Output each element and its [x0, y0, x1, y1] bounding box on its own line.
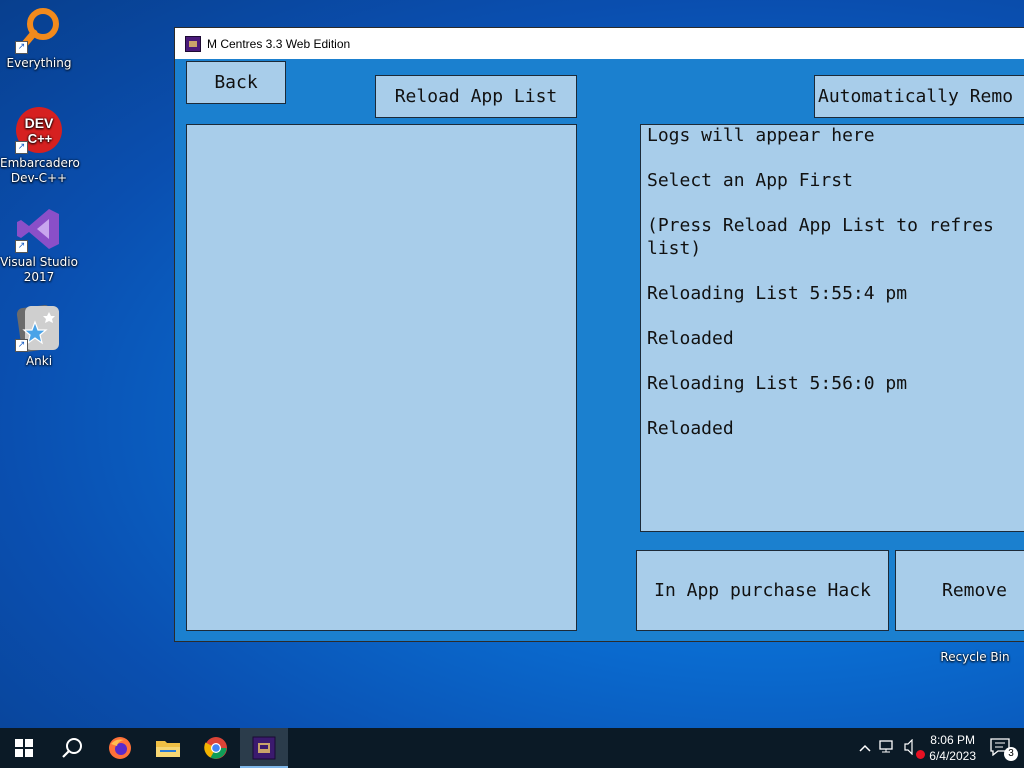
folder-icon — [156, 741, 180, 757]
desktop-icon-everything[interactable]: ↗ Everything — [0, 6, 78, 71]
taskbar-firefox[interactable] — [96, 728, 144, 768]
taskbar-m-centres[interactable] — [240, 728, 288, 768]
volume-muted-icon[interactable] — [903, 738, 926, 759]
svg-text:DEV: DEV — [25, 115, 54, 131]
visual-studio-icon: ↗ — [15, 205, 63, 253]
shortcut-arrow-icon: ↗ — [15, 141, 28, 154]
svg-text:C++: C++ — [28, 131, 53, 146]
m-centres-icon — [252, 736, 276, 760]
remove-button[interactable]: Remove — [895, 550, 1024, 631]
window-titlebar[interactable]: M Centres 3.3 Web Edition — [175, 28, 1024, 59]
start-button[interactable] — [0, 728, 48, 768]
desktop-icon-label: Everything — [6, 56, 72, 70]
everything-icon: ↗ — [15, 6, 63, 54]
taskbar-file-explorer[interactable] — [144, 728, 192, 768]
shortcut-arrow-icon: ↗ — [15, 240, 28, 253]
devcpp-icon: DEV C++ ↗ — [15, 106, 63, 154]
search-icon — [62, 738, 82, 758]
shortcut-arrow-icon: ↗ — [15, 41, 28, 54]
window-title: M Centres 3.3 Web Edition — [207, 36, 351, 51]
clock-time: 8:06 PM — [930, 733, 975, 747]
anki-icon: ↗ — [15, 304, 63, 352]
system-tray: 8:06 PM 6/4/2023 3 — [859, 728, 1024, 768]
notifications-button[interactable]: 3 — [990, 737, 1018, 761]
desktop-icon-devcpp[interactable]: DEV C++ ↗ Embarcadero Dev-C++ — [0, 106, 80, 186]
app-window: M Centres 3.3 Web Edition Back Reload Ap… — [174, 27, 1024, 642]
shortcut-arrow-icon: ↗ — [15, 339, 28, 352]
taskbar: 8:06 PM 6/4/2023 3 — [0, 728, 1024, 768]
firefox-icon — [109, 737, 131, 759]
chrome-icon — [204, 737, 227, 759]
app-icon — [185, 35, 201, 52]
desktop-icon-label: Recycle Bin — [940, 650, 1010, 664]
logs-panel: Logs will appear here Select an App Firs… — [640, 124, 1024, 532]
windows-icon — [15, 739, 33, 757]
desktop-icon-visual-studio[interactable]: ↗ Visual Studio 2017 — [0, 205, 78, 285]
notification-count-badge: 3 — [1004, 746, 1018, 761]
automatically-remove-button[interactable]: Automatically Remo — [814, 75, 1024, 118]
in-app-purchase-hack-button[interactable]: In App purchase Hack — [636, 550, 889, 631]
desktop-icon-label: Anki — [25, 354, 53, 368]
back-button[interactable]: Back — [186, 61, 286, 104]
clock[interactable]: 8:06 PM 6/4/2023 — [929, 732, 976, 764]
clock-date: 6/4/2023 — [929, 749, 976, 763]
network-icon[interactable] — [879, 739, 897, 757]
taskbar-chrome[interactable] — [192, 728, 240, 768]
chevron-up-icon[interactable] — [859, 741, 871, 755]
desktop-icon-label: Embarcadero Dev-C++ — [0, 156, 80, 185]
app-list-panel[interactable] — [186, 124, 577, 631]
reload-app-list-button[interactable]: Reload App List — [375, 75, 577, 118]
desktop-icon-anki[interactable]: ↗ Anki — [0, 304, 78, 369]
search-button[interactable] — [48, 728, 96, 768]
desktop-icon-label: Visual Studio 2017 — [0, 255, 78, 284]
